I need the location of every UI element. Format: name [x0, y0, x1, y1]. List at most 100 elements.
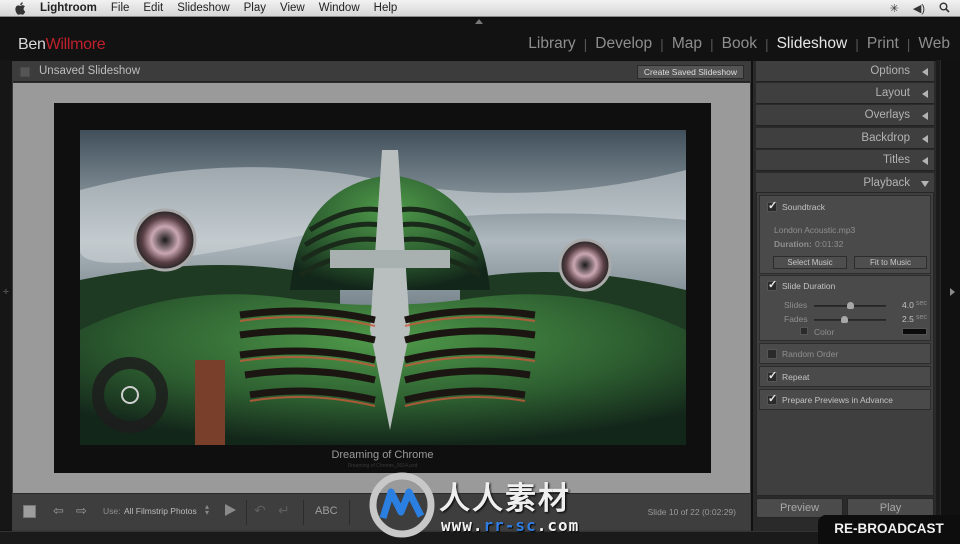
panel-overlays-label: Overlays [864, 109, 910, 121]
next-slide-icon[interactable]: ⇨ [76, 503, 87, 519]
slide-duration-checkbox[interactable] [767, 278, 777, 291]
apple-menu-icon[interactable] [13, 1, 27, 15]
module-separator: | [906, 36, 911, 52]
panel-layout[interactable]: Layout [756, 83, 934, 104]
mac-menu-bar: Lightroom File Edit Slideshow Play View … [0, 0, 960, 17]
watermark-logo-icon [369, 472, 435, 538]
rotate-right-icon[interactable]: ↵ [278, 502, 290, 519]
video-watermark: 人人素材 www.rr-sc.com [367, 466, 617, 544]
stop-button[interactable] [23, 505, 36, 518]
panel-playback[interactable]: Playback [756, 173, 934, 194]
module-separator: | [764, 36, 769, 52]
collapsed-triangle-icon [922, 90, 928, 98]
fades-slider-thumb[interactable] [840, 316, 848, 323]
rotate-left-icon[interactable]: ↶ [254, 502, 266, 519]
dropdown-stepper-icon[interactable]: ▴ ▾ [205, 503, 209, 517]
panel-overlays[interactable]: Overlays [756, 105, 934, 126]
fade-color-swatch[interactable] [902, 328, 927, 335]
toolbar-divider [246, 500, 247, 525]
fit-to-music-button[interactable]: Fit to Music [854, 256, 927, 269]
identity-plate[interactable]: BenWillmore [18, 36, 106, 54]
music-file-name: London Acoustic.mp3 [774, 225, 856, 235]
collapse-top-panel-icon[interactable] [475, 19, 483, 24]
watermark-url-suffix: .com [536, 516, 580, 535]
menu-view[interactable]: View [280, 2, 305, 14]
module-separator: | [855, 36, 859, 52]
collapsed-triangle-icon [922, 112, 928, 120]
watermark-url-domain: rr-sc [483, 516, 537, 535]
brightness-icon[interactable]: ✳ [890, 2, 899, 15]
slide-editor-stage: Dreaming of Chrome Dreaming of Chrome_00… [13, 83, 750, 493]
right-edge-bar [936, 60, 960, 530]
module-slideshow[interactable]: Slideshow [777, 35, 848, 53]
duration-value: 0:01:32 [815, 239, 844, 249]
menu-edit[interactable]: Edit [143, 2, 163, 14]
prepare-previews-section: Prepare Previews in Advance [759, 389, 931, 410]
add-text-button[interactable]: ABC [315, 505, 338, 517]
use-source-dropdown[interactable]: All Filmstrip Photos [124, 506, 197, 516]
slides-value[interactable]: 4.0 [902, 300, 914, 310]
slides-slider-thumb[interactable] [846, 302, 854, 309]
collection-icon [20, 67, 30, 77]
soundtrack-checkbox[interactable] [767, 199, 777, 212]
module-header: BenWillmore Library | Develop | Map | Bo… [0, 18, 960, 60]
slides-label: Slides [784, 300, 808, 310]
expand-left-panel-icon[interactable]: ✛ [3, 288, 9, 296]
menu-file[interactable]: File [111, 2, 130, 14]
panel-options[interactable]: Options [756, 61, 934, 82]
slideshow-editor: Unsaved Slideshow Create Saved Slideshow [12, 61, 751, 531]
module-print[interactable]: Print [867, 35, 899, 53]
toolbar-divider [349, 500, 350, 525]
spotlight-search-icon[interactable] [939, 2, 950, 16]
right-panel-scrollbar[interactable] [936, 60, 941, 530]
menu-lightroom[interactable]: Lightroom [40, 2, 97, 14]
toolbar-divider [303, 500, 304, 525]
truck-photo-image [80, 130, 686, 445]
panel-backdrop[interactable]: Backdrop [756, 128, 934, 149]
menu-window[interactable]: Window [319, 2, 360, 14]
slide-caption[interactable]: Dreaming of Chrome [54, 449, 711, 461]
repeat-checkbox[interactable] [767, 369, 777, 382]
fades-label: Fades [784, 314, 808, 324]
fades-unit: sec [916, 314, 927, 321]
watermark-url: www.rr-sc.com [441, 516, 579, 535]
random-order-section: Random Order [759, 343, 931, 364]
fade-color-label: Color [814, 327, 835, 337]
module-book[interactable]: Book [722, 35, 757, 53]
collapsed-triangle-icon [922, 68, 928, 76]
fades-value[interactable]: 2.5 [902, 314, 914, 324]
rebroadcast-badge: RE-BROADCAST [818, 515, 960, 544]
module-web[interactable]: Web [918, 35, 950, 53]
expanded-triangle-icon [921, 181, 929, 187]
fades-slider[interactable] [814, 316, 886, 323]
repeat-section: Repeat [759, 366, 931, 387]
menu-help[interactable]: Help [374, 2, 398, 14]
volume-icon[interactable]: ◀) [913, 2, 925, 15]
slides-slider[interactable] [814, 302, 886, 309]
repeat-label: Repeat [782, 372, 810, 382]
menu-slideshow[interactable]: Slideshow [177, 2, 229, 14]
slide-preview: Dreaming of Chrome Dreaming of Chrome_00… [54, 103, 711, 473]
create-saved-slideshow-button[interactable]: Create Saved Slideshow [636, 65, 744, 79]
module-map[interactable]: Map [672, 35, 702, 53]
slide-duration-section: Slide Duration Slides 4.0 sec Fades 2.5 … [759, 275, 931, 341]
preview-play-icon[interactable] [225, 504, 236, 516]
collapse-right-panel-icon[interactable] [950, 288, 955, 296]
module-develop[interactable]: Develop [595, 35, 652, 53]
slide-duration-label: Slide Duration [782, 281, 836, 291]
module-library[interactable]: Library [528, 35, 575, 53]
panel-layout-label: Layout [875, 87, 910, 99]
panel-backdrop-label: Backdrop [861, 132, 910, 144]
prepare-previews-checkbox[interactable] [767, 392, 777, 405]
previous-slide-icon[interactable]: ⇦ [53, 503, 64, 519]
menu-play[interactable]: Play [244, 2, 266, 14]
module-separator: | [660, 36, 664, 52]
fade-color-checkbox[interactable] [800, 327, 808, 335]
panel-titles[interactable]: Titles [756, 150, 934, 171]
slides-unit: sec [916, 300, 927, 307]
random-order-checkbox[interactable] [767, 349, 777, 359]
collection-header: Unsaved Slideshow Create Saved Slideshow [13, 62, 750, 82]
collapsed-triangle-icon [922, 135, 928, 143]
module-separator: | [709, 36, 714, 52]
select-music-button[interactable]: Select Music [773, 256, 847, 269]
